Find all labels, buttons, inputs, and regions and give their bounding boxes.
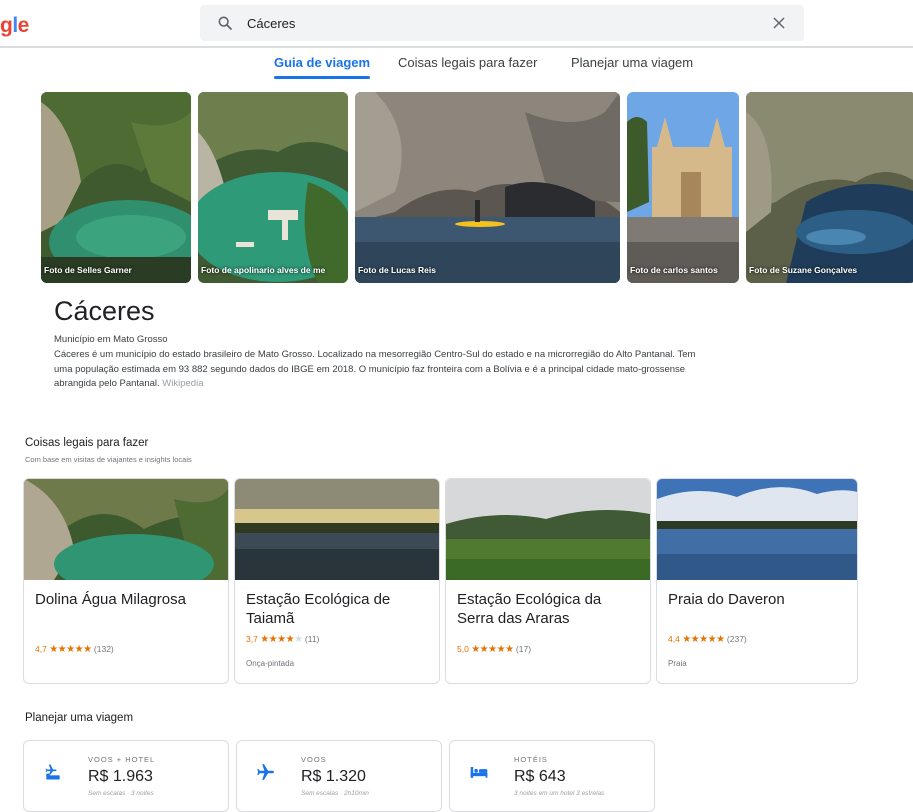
rating-count: (237) [726,634,747,644]
attraction-tag: Onça-pintada [246,659,295,668]
flight-hotel-icon [45,764,60,780]
trip-label: VOOS + HOTEL [88,755,156,764]
place-description-text: Cáceres é um município do estado brasile… [54,349,696,389]
attraction-rating: 4,4 ★★★★★ (237) [668,634,747,645]
tab-things-to-do[interactable]: Coisas legais para fazer [398,55,537,70]
attraction-card-dolina[interactable]: Dolina Água Milagrosa 4,7 ★★★★★ (132) [23,478,229,684]
tab-plan-trip[interactable]: Planejar uma viagem [571,55,693,70]
attraction-card-praia-daveron[interactable]: Praia do Daveron 4,4 ★★★★★ (237) Praia [656,478,858,684]
photo-sinkhole[interactable]: Foto de Selles Garner [41,92,191,283]
attraction-tag: Praia [668,659,687,668]
trip-hotels[interactable]: HOTÉIS R$ 643 3 noites em um hotel 3 est… [449,740,655,812]
photo-cathedral[interactable]: Foto de carlos santos [627,92,739,283]
attraction-image [446,479,650,580]
header-divider [0,46,913,48]
rating-stars: ★★★★★ [260,634,303,645]
attraction-card-serra-araras[interactable]: Estação Ecológica da Serra das Araras 5,… [445,478,651,684]
things-to-do-title: Coisas legais para fazer [25,437,149,449]
place-description: Cáceres é um município do estado brasile… [54,348,714,392]
attraction-name: Estação Ecológica da Serra das Araras [457,591,602,627]
search-icon[interactable] [217,15,233,31]
things-to-do-subtitle: Com base em visitas de viajantes e insig… [25,455,192,464]
trip-detail: Sem escalas · 2h10min [301,790,369,797]
close-icon[interactable] [772,16,786,30]
google-logo-fragment[interactable]: gle [0,14,29,38]
photo-caption: Foto de apolinario alves de me [201,265,326,275]
rating-stars: ★★★★★ [471,644,514,655]
photo-cave-paddle[interactable]: Foto de Lucas Reis [355,92,620,283]
trip-detail: Sem escalas · 3 noites [88,790,154,797]
trip-price: R$ 1.963 [88,768,153,785]
rating-stars: ★★★★★ [682,634,725,645]
rating-count: (11) [304,634,320,644]
attraction-rating: 5,0 ★★★★★ (17) [457,644,531,655]
photo-grotto[interactable]: Foto de Suzane Gonçalves [746,92,913,283]
trip-price: R$ 1.320 [301,768,366,785]
trip-flight-hotel[interactable]: VOOS + HOTEL R$ 1.963 Sem escalas · 3 no… [23,740,229,812]
rating-score: 4,7 [35,644,47,654]
rating-score: 4,4 [668,634,680,644]
attraction-rating: 4,7 ★★★★★ (132) [35,644,114,655]
attraction-name: Estação Ecológica de Taiamã [246,591,391,627]
attraction-name: Dolina Água Milagrosa [35,591,186,608]
trip-price: R$ 643 [514,768,566,785]
search-bar [200,5,804,41]
rating-score: 3,7 [246,634,258,644]
plan-trip-title: Planejar uma viagem [25,712,134,724]
wikipedia-link[interactable]: Wikipedia [162,378,203,389]
search-input[interactable] [245,14,772,32]
trip-flights[interactable]: VOOS R$ 1.320 Sem escalas · 2h10min [236,740,442,812]
photo-sinkhole-image [41,92,191,283]
rating-stars: ★★★★★ [49,644,92,655]
trip-label: VOOS [301,755,327,764]
trip-label: HOTÉIS [514,755,548,764]
photo-lagoon-boat[interactable]: Foto de apolinario alves de me [198,92,348,283]
photo-lagoon-boat-image [198,92,348,283]
trip-detail: 3 noites em um hotel 3 estrelas [514,790,605,797]
rating-count: (17) [515,644,532,654]
photo-caption: Foto de Lucas Reis [358,265,436,275]
attraction-image [24,479,228,580]
tab-travel-guide[interactable]: Guia de viagem [274,55,370,70]
airplane-icon [257,764,274,780]
bed-icon [470,767,488,778]
photo-cathedral-image [627,92,739,283]
place-subtitle: Município em Mato Grosso [54,334,168,345]
photo-caption: Foto de Suzane Gonçalves [749,265,858,275]
place-title: Cáceres [54,296,155,326]
logo-letter-g: g [0,14,13,37]
rating-count: (132) [93,644,114,654]
attraction-rating: 3,7 ★★★★★ (11) [246,634,319,645]
attraction-name: Praia do Daveron [668,591,785,608]
attraction-image [657,479,857,580]
active-tab-indicator [274,76,370,79]
photo-cave-paddle-image [355,92,620,283]
attraction-image [235,479,439,580]
logo-letter-e: e [17,14,30,37]
photo-caption: Foto de Selles Garner [44,265,132,275]
rating-score: 5,0 [457,644,469,654]
photo-grotto-image [746,92,913,283]
attraction-card-taiama[interactable]: Estação Ecológica de Taiamã 3,7 ★★★★★ (1… [234,478,440,684]
photo-caption: Foto de carlos santos [630,265,718,275]
